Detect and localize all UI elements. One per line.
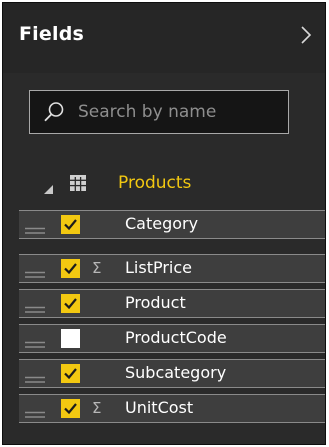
field-name: Product (125, 293, 186, 312)
drag-handle-icon[interactable] (25, 334, 45, 348)
checkbox-icon[interactable] (61, 215, 80, 234)
checkbox-icon[interactable] (61, 399, 80, 418)
checkbox-icon[interactable] (61, 294, 80, 313)
search-box (29, 90, 289, 134)
checkbox-icon[interactable] (61, 329, 80, 348)
table-name: Products (118, 173, 192, 193)
field-row-subcategory[interactable]: Subcategory (19, 359, 325, 388)
table-node-products[interactable]: Products (3, 165, 325, 203)
field-name: ProductCode (125, 328, 227, 347)
expand-triangle-icon[interactable] (44, 179, 53, 194)
field-row-unitcost[interactable]: Σ UnitCost (19, 394, 325, 423)
checkbox-icon[interactable] (61, 259, 80, 278)
drag-handle-icon[interactable] (25, 264, 45, 278)
pane-title: Fields (19, 23, 85, 45)
field-row-category[interactable]: Category (19, 210, 325, 239)
drag-handle-icon[interactable] (25, 299, 45, 313)
fields-pane: Fields Search by name Products Category … (2, 2, 326, 445)
chevron-right-icon[interactable] (299, 25, 313, 45)
table-icon (70, 175, 86, 191)
field-name: UnitCost (125, 398, 194, 417)
sigma-icon: Σ (92, 399, 102, 417)
search-input[interactable] (78, 91, 283, 133)
field-row-listprice[interactable]: Σ ListPrice (19, 254, 325, 283)
field-name: Subcategory (125, 363, 227, 382)
drag-handle-icon[interactable] (25, 404, 45, 418)
field-row-product[interactable]: Product (19, 289, 325, 318)
search-icon (43, 101, 65, 123)
sigma-icon: Σ (92, 259, 102, 277)
field-name: Category (125, 214, 199, 233)
field-row-productcode[interactable]: ProductCode (19, 324, 325, 353)
fields-pane-header: Fields (3, 3, 325, 73)
drag-handle-icon[interactable] (25, 369, 45, 383)
drag-handle-icon[interactable] (25, 220, 45, 234)
checkbox-icon[interactable] (61, 364, 80, 383)
field-name: ListPrice (125, 258, 192, 277)
